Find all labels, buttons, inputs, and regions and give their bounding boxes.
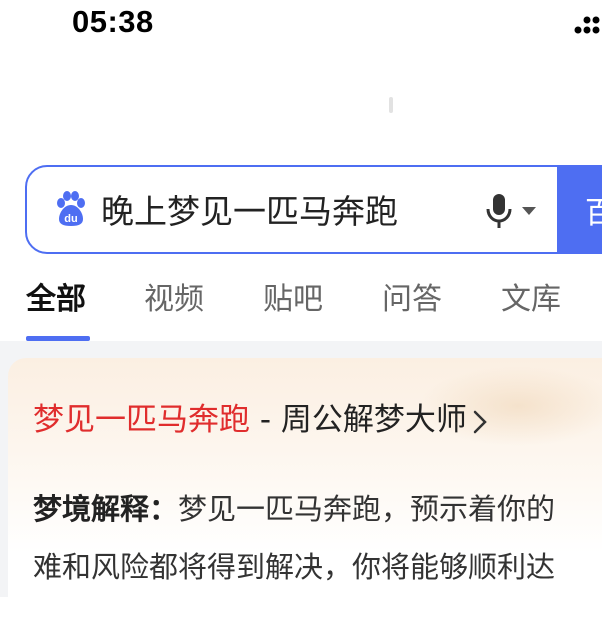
snippet-label: 梦境解释： [33, 492, 179, 526]
search-input[interactable] [101, 183, 481, 235]
result-title-source: - 周公解梦大师 [250, 402, 467, 438]
snippet-line-1: 梦境解释：梦见一匹马奔跑，预示着你的 [33, 480, 602, 538]
chevron-right-icon [473, 410, 487, 433]
snippet-line-2: 难和风险都将得到解决，你将能够顺利达 [33, 550, 556, 584]
result-card[interactable]: 梦见一匹马奔跑 - 周公解梦大师 梦境解释：梦见一匹马奔跑，预示着你的 难和风险… [8, 358, 602, 618]
snippet-text-1: 梦见一匹马奔跑，预示着你的 [178, 492, 556, 526]
search-button[interactable]: 百度一下 [557, 167, 602, 252]
tab-video[interactable]: 视频 [144, 280, 204, 320]
signal-icon [574, 16, 600, 34]
tab-tieba[interactable]: 贴吧 [263, 280, 323, 320]
svg-text:du: du [64, 213, 77, 225]
result-title-link[interactable]: 梦见一匹马奔跑 - 周公解梦大师 [33, 398, 487, 442]
tab-wenku[interactable]: 文库 [501, 280, 561, 320]
result-snippet: 梦境解释：梦见一匹马奔跑，预示着你的 难和风险都将得到解决，你将能够顺利达 [33, 480, 602, 596]
status-time: 05:38 [72, 4, 154, 39]
loading-indicator [389, 97, 393, 113]
tab-qa[interactable]: 问答 [382, 280, 442, 320]
caret-down-icon[interactable] [522, 207, 536, 216]
tab-all[interactable]: 全部 [26, 280, 86, 320]
search-box[interactable]: du 百度一下 [25, 165, 602, 254]
baidu-paw-icon: du [57, 191, 85, 226]
result-title-highlight: 梦见一匹马奔跑 [33, 402, 250, 438]
microphone-icon[interactable] [485, 193, 513, 229]
